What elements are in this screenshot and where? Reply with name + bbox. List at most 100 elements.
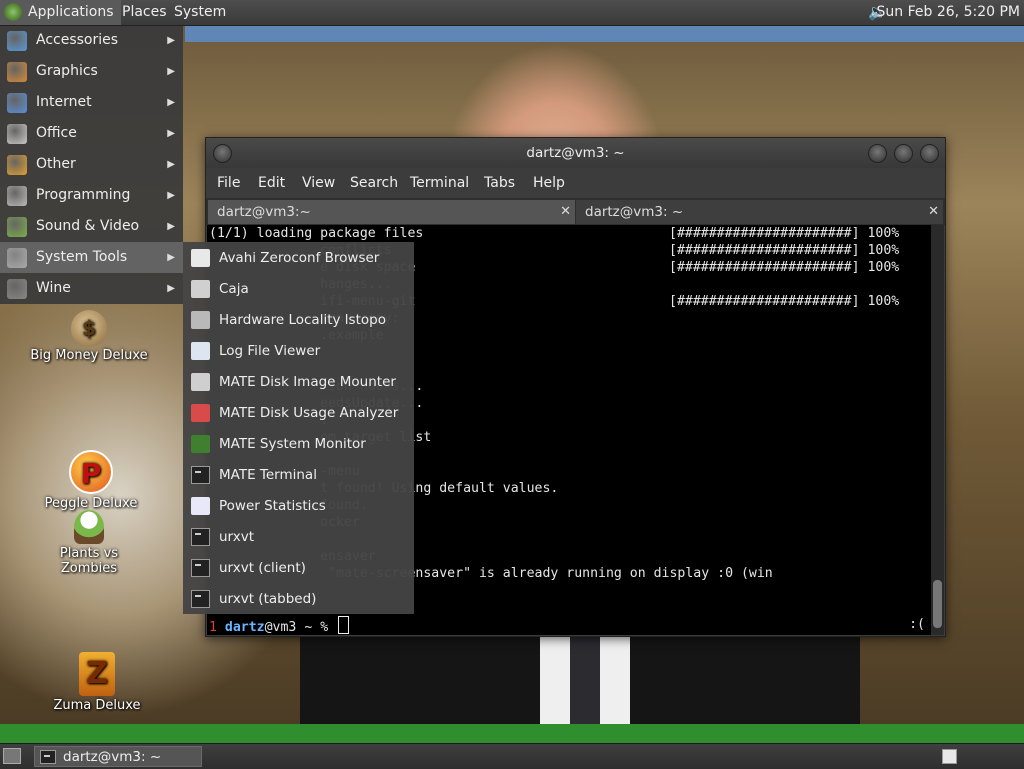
terminal-icon <box>191 590 210 608</box>
disk-usage-icon <box>191 404 210 422</box>
terminal-menubar: File Edit View Search Terminal Tabs Help <box>206 168 945 198</box>
menu-item-programming[interactable]: Programming ▶ <box>0 180 183 211</box>
menu-tabs[interactable]: Tabs <box>484 168 515 198</box>
tab-terminal-2[interactable]: dartz@vm3: ~ ✕ <box>576 200 943 224</box>
applications-menu-button[interactable]: Applications <box>0 0 121 25</box>
menu-terminal[interactable]: Terminal <box>410 168 469 198</box>
submenu-item-label: Caja <box>219 281 249 297</box>
power-statistics-icon <box>191 497 210 515</box>
menu-item-internet[interactable]: Internet ▶ <box>0 87 183 118</box>
submenu-item-label: MATE Disk Image Mounter <box>219 374 396 390</box>
office-icon <box>7 124 27 144</box>
shell-prompt: 1 dartz@vm3 ~ % <box>209 616 350 635</box>
submenu-item-caja[interactable]: Caja <box>183 274 414 305</box>
menu-view[interactable]: View <box>302 168 335 198</box>
prompt-number: 1 <box>209 620 217 635</box>
desktop-icon-zuma[interactable]: Z Zuma Deluxe <box>38 652 156 713</box>
window-title-bar[interactable]: dartz@vm3: ~ <box>206 138 945 168</box>
submenu-item-avahi-zeroconf-browser[interactable]: Avahi Zeroconf Browser <box>183 243 414 274</box>
show-desktop-icon[interactable] <box>3 748 21 764</box>
system-menu-button[interactable]: System <box>168 0 232 25</box>
submenu-item-mate-system-monitor[interactable]: MATE System Monitor <box>183 429 414 460</box>
chevron-right-icon: ▶ <box>167 66 175 77</box>
desktop-icon-peggle[interactable]: P Peggle Deluxe <box>32 450 150 511</box>
terminal-icon <box>191 528 210 546</box>
submenu-item-label: MATE Terminal <box>219 467 317 483</box>
chevron-right-icon: ▶ <box>167 190 175 201</box>
maximize-icon[interactable] <box>894 144 913 163</box>
submenu-item-urxvt[interactable]: urxvt <box>183 522 414 553</box>
menu-item-label: Other <box>36 156 76 172</box>
submenu-item-urxvt-tabbed[interactable]: urxvt (tabbed) <box>183 584 414 615</box>
desktop-icon-label: Big Money Deluxe <box>30 348 148 363</box>
taskbar-label: dartz@vm3: ~ <box>63 749 162 765</box>
terminal-icon <box>40 750 56 764</box>
desktop-icon-label: Zuma Deluxe <box>53 698 141 713</box>
close-icon[interactable] <box>920 144 939 163</box>
menu-item-office[interactable]: Office ▶ <box>0 118 183 149</box>
system-tools-icon <box>7 248 27 268</box>
submenu-item-power-statistics[interactable]: Power Statistics <box>183 491 414 522</box>
menu-item-wine[interactable]: Wine ▶ <box>0 273 183 304</box>
window-title: dartz@vm3: ~ <box>526 145 625 161</box>
menu-search[interactable]: Search <box>350 168 398 198</box>
terminal-progress: [######################] 100% <box>669 294 900 309</box>
submenu-item-mate-disk-image-mounter[interactable]: MATE Disk Image Mounter <box>183 367 414 398</box>
other-icon <box>7 155 27 175</box>
text-cursor <box>338 616 350 634</box>
menu-item-system-tools[interactable]: System Tools ▶ <box>0 242 183 273</box>
chevron-right-icon: ▶ <box>167 221 175 232</box>
chevron-right-icon: ▶ <box>167 128 175 139</box>
desktop-icon-big-money[interactable]: $ Big Money Deluxe <box>30 310 148 363</box>
menu-item-label: Accessories <box>36 32 119 48</box>
menu-edit[interactable]: Edit <box>258 168 285 198</box>
top-panel: Applications Places System 🔈 Sun Feb 26,… <box>0 0 1024 26</box>
submenu-item-label: urxvt <box>219 529 255 545</box>
workspace-switcher-icon[interactable] <box>942 749 957 764</box>
taskbar-button-terminal[interactable]: dartz@vm3: ~ <box>34 746 202 767</box>
terminal-scrollbar[interactable] <box>931 225 944 635</box>
desktop-icon-label: Plants vs Zombies <box>59 546 119 576</box>
tab-terminal-1[interactable]: dartz@vm3:~ ✕ <box>208 200 575 224</box>
tab-close-icon[interactable]: ✕ <box>560 200 571 224</box>
zuma-icon: Z <box>79 652 115 696</box>
submenu-item-label: Hardware Locality lstopo <box>219 312 386 328</box>
submenu-item-mate-terminal[interactable]: MATE Terminal <box>183 460 414 491</box>
avahi-icon <box>191 249 210 267</box>
tab-close-icon[interactable]: ✕ <box>928 200 939 224</box>
chevron-right-icon: ▶ <box>167 252 175 263</box>
desktop-icon-plants-zombies[interactable]: Plants vs Zombies <box>30 510 148 576</box>
minimize-icon[interactable] <box>868 144 887 163</box>
menu-file[interactable]: File <box>217 168 240 198</box>
programming-icon <box>7 186 27 206</box>
applications-label: Applications <box>28 4 114 20</box>
menu-help[interactable]: Help <box>533 168 565 198</box>
chevron-right-icon: ▶ <box>167 97 175 108</box>
peggle-icon: P <box>69 450 113 494</box>
menu-item-label: Office <box>36 125 77 141</box>
places-menu-button[interactable]: Places <box>116 0 173 25</box>
submenu-item-log-file-viewer[interactable]: Log File Viewer <box>183 336 414 367</box>
menu-item-graphics[interactable]: Graphics ▶ <box>0 56 183 87</box>
menu-item-other[interactable]: Other ▶ <box>0 149 183 180</box>
chevron-right-icon: ▶ <box>167 159 175 170</box>
accessories-icon <box>7 31 27 51</box>
terminal-line: (1/1) loading package files <box>209 226 424 241</box>
menu-item-sound-video[interactable]: Sound & Video ▶ <box>0 211 183 242</box>
graphics-icon <box>7 62 27 82</box>
submenu-item-hardware-locality-lstopo[interactable]: Hardware Locality lstopo <box>183 305 414 336</box>
clock[interactable]: Sun Feb 26, 5:20 PM <box>877 0 1020 25</box>
log-viewer-icon <box>191 342 210 360</box>
submenu-item-mate-disk-usage-analyzer[interactable]: MATE Disk Usage Analyzer <box>183 398 414 429</box>
terminal-progress: [######################] 100% <box>669 243 900 258</box>
menu-item-accessories[interactable]: Accessories ▶ <box>0 25 183 56</box>
terminal-progress: [######################] 100% <box>669 226 900 241</box>
system-monitor-icon <box>191 435 210 453</box>
applications-menu: Accessories ▶ Graphics ▶ Internet ▶ Office ▶ Oth… <box>0 25 183 304</box>
mate-logo-icon <box>4 3 22 21</box>
caja-icon <box>191 280 210 298</box>
submenu-item-label: Log File Viewer <box>219 343 321 359</box>
scrollbar-thumb[interactable] <box>933 580 942 628</box>
submenu-item-urxvt-client[interactable]: urxvt (client) <box>183 553 414 584</box>
submenu-item-label: Power Statistics <box>219 498 326 514</box>
